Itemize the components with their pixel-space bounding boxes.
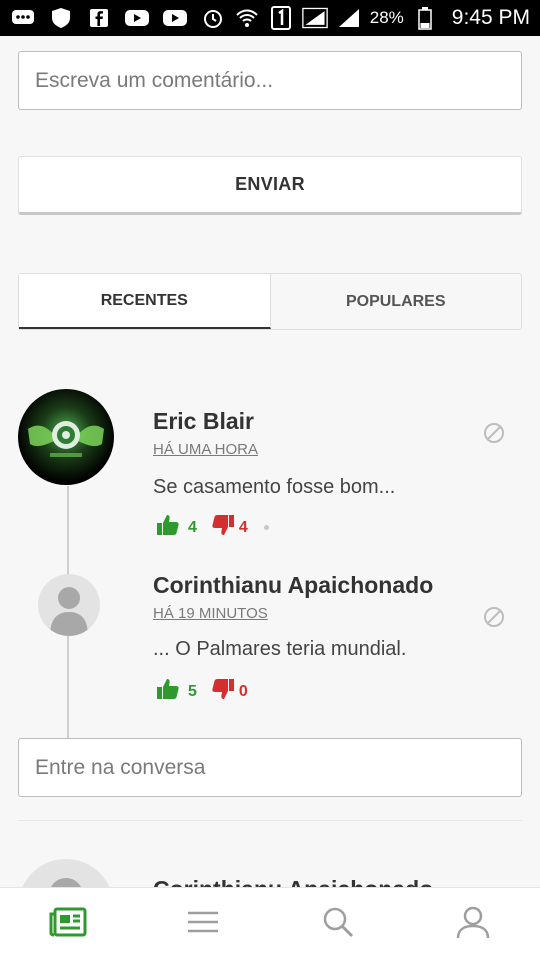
like-count: 5	[188, 682, 197, 700]
nav-news[interactable]	[38, 894, 98, 954]
avatar[interactable]	[18, 389, 114, 485]
comment-text: Se casamento fosse bom...	[153, 476, 396, 498]
tab-populares[interactable]: POPULARES	[271, 274, 522, 329]
comment-input[interactable]: Escreva um comentário...	[18, 51, 522, 110]
menu-icon	[187, 910, 219, 939]
battery-icon	[412, 7, 438, 30]
reply-input-placeholder: Entre na conversa	[35, 755, 206, 779]
comment-author[interactable]: Eric Blair	[153, 408, 254, 435]
tab-recentes[interactable]: RECENTES	[19, 274, 271, 329]
wifi-icon	[234, 7, 260, 29]
comment-votes: 4 4	[156, 513, 269, 542]
comment-votes: 5 0	[156, 677, 248, 706]
chat-icon	[10, 7, 36, 29]
thumbs-up-icon[interactable]	[156, 677, 180, 706]
search-icon	[322, 906, 354, 943]
like-count: 4	[188, 518, 197, 536]
avatar[interactable]	[18, 859, 114, 887]
comment-author[interactable]: Corinthianu Apaichonado	[153, 876, 433, 887]
divider	[18, 820, 522, 821]
thumbs-down-icon[interactable]	[211, 677, 235, 706]
thumbs-down-icon[interactable]	[211, 513, 235, 542]
sort-tabs: RECENTES POPULARES	[18, 273, 522, 330]
comment-text: ... O Palmares teria mundial.	[153, 638, 407, 660]
dislike-count: 0	[238, 682, 248, 700]
report-icon[interactable]	[483, 422, 505, 444]
separator-dot	[263, 525, 269, 530]
comment-time[interactable]: HÁ 19 MINUTOS	[153, 605, 268, 622]
signal-icon	[301, 7, 328, 29]
shield-icon	[48, 7, 74, 29]
report-icon[interactable]	[483, 606, 505, 628]
nav-menu[interactable]	[173, 894, 233, 954]
comment-input-placeholder: Escreva um comentário...	[35, 68, 274, 92]
thumbs-up-icon[interactable]	[156, 513, 180, 542]
signal-icon	[336, 7, 362, 29]
youtube-icon	[124, 7, 150, 29]
battery-percentage: 28%	[369, 8, 404, 27]
avatar[interactable]	[38, 574, 100, 636]
facebook-icon	[86, 7, 112, 29]
nav-profile[interactable]	[443, 894, 503, 954]
comment-time[interactable]: HÁ UMA HORA	[153, 441, 258, 458]
news-icon	[49, 906, 87, 943]
clock: 9:45 PM	[451, 6, 530, 29]
bottom-nav	[0, 887, 540, 960]
send-button[interactable]: ENVIAR	[18, 156, 522, 215]
sim-1-icon	[268, 6, 294, 30]
alarm-icon	[200, 7, 226, 29]
status-bar: 28% 9:45 PM	[0, 0, 540, 36]
youtube-icon	[162, 7, 188, 29]
profile-icon	[456, 905, 490, 944]
nav-search[interactable]	[308, 894, 368, 954]
comment-author[interactable]: Corinthianu Apaichonado	[153, 572, 433, 599]
dislike-count: 4	[238, 518, 248, 536]
comments-section: Escreva um comentário... ENVIAR RECENTES…	[0, 36, 540, 887]
reply-input[interactable]: Entre na conversa	[18, 738, 522, 797]
